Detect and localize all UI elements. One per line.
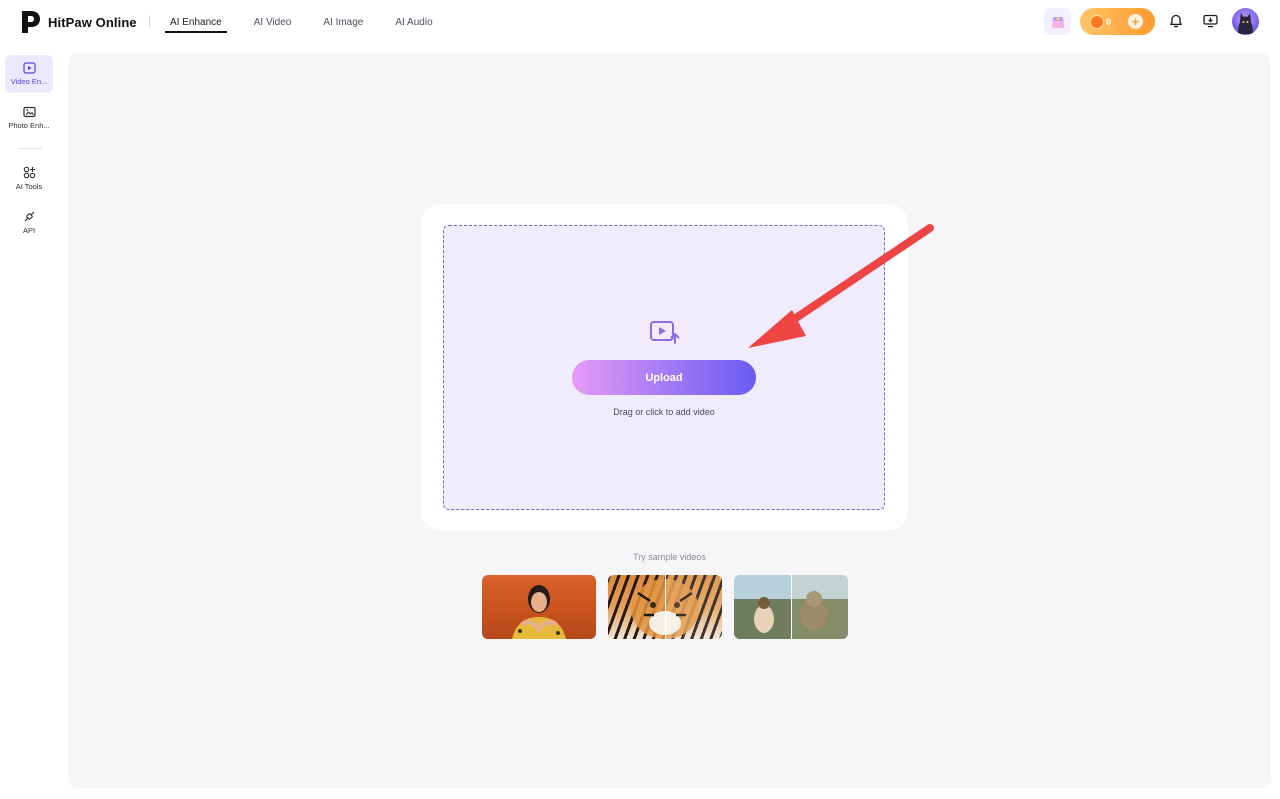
api-icon xyxy=(24,211,34,221)
notifications-button[interactable] xyxy=(1165,10,1187,32)
video-upload-icon xyxy=(650,321,680,344)
credits-count: 0 xyxy=(1106,16,1112,27)
plus-icon[interactable]: + xyxy=(1128,14,1143,29)
sample-video-cat[interactable] xyxy=(734,575,848,639)
video-enhance-icon xyxy=(22,62,36,74)
hitpaw-logo-icon xyxy=(22,11,40,33)
sidebar-item-label: AI Tools xyxy=(15,181,43,191)
upload-button[interactable]: Upload xyxy=(572,360,756,395)
sidebar-item-label: API xyxy=(22,225,36,235)
coin-icon xyxy=(1090,14,1104,29)
sidebar: Video En... Photo Enh... AI Tools API xyxy=(0,44,60,799)
sidebar-item-video-enhance[interactable]: Video En... xyxy=(5,55,53,93)
brand-divider xyxy=(149,15,150,28)
desktop-download-icon xyxy=(1202,14,1218,28)
user-avatar[interactable] xyxy=(1232,8,1259,35)
upload-card: Upload Drag or click to add video xyxy=(421,204,908,530)
comparison-divider xyxy=(791,575,792,639)
main-nav: AI Enhance AI Video AI Image AI Audio xyxy=(165,0,460,44)
sidebar-item-api[interactable]: API xyxy=(5,203,53,241)
comparison-divider xyxy=(665,575,666,639)
top-bar: HitPaw Online AI Enhance AI Video AI Ima… xyxy=(0,0,1280,44)
tab-ai-video[interactable]: AI Video xyxy=(249,0,297,44)
upload-dropzone[interactable]: Upload Drag or click to add video xyxy=(443,225,885,510)
main-panel: Upload Drag or click to add video Try sa… xyxy=(68,53,1271,788)
sidebar-item-photo-enhance[interactable]: Photo Enh... xyxy=(5,99,53,137)
cat-avatar-icon xyxy=(1238,13,1253,34)
photo-enhance-icon xyxy=(22,106,36,118)
upload-hint: Drag or click to add video xyxy=(613,407,715,417)
tab-ai-audio[interactable]: AI Audio xyxy=(390,0,437,44)
sample-video-tiger[interactable] xyxy=(608,575,722,639)
samples-title: Try sample videos xyxy=(633,552,706,562)
credits-pill[interactable]: 0 + xyxy=(1080,8,1155,35)
sidebar-divider xyxy=(18,148,42,149)
woman-thumbnail-image xyxy=(512,585,566,639)
gift-icon xyxy=(1051,16,1064,28)
sample-video-woman[interactable] xyxy=(482,575,596,639)
gift-button[interactable] xyxy=(1044,8,1071,35)
tab-ai-enhance[interactable]: AI Enhance xyxy=(165,0,227,44)
sidebar-item-ai-tools[interactable]: AI Tools xyxy=(5,159,53,197)
desktop-download-button[interactable] xyxy=(1199,10,1221,32)
bell-icon xyxy=(1170,14,1182,28)
brand[interactable]: HitPaw Online xyxy=(20,9,137,35)
ai-tools-icon xyxy=(23,166,35,178)
brand-name: HitPaw Online xyxy=(48,14,137,30)
sidebar-item-label: Photo Enh... xyxy=(8,121,50,130)
sample-videos xyxy=(482,575,848,639)
tab-ai-image[interactable]: AI Image xyxy=(318,0,368,44)
sidebar-item-label: Video En... xyxy=(10,77,48,86)
